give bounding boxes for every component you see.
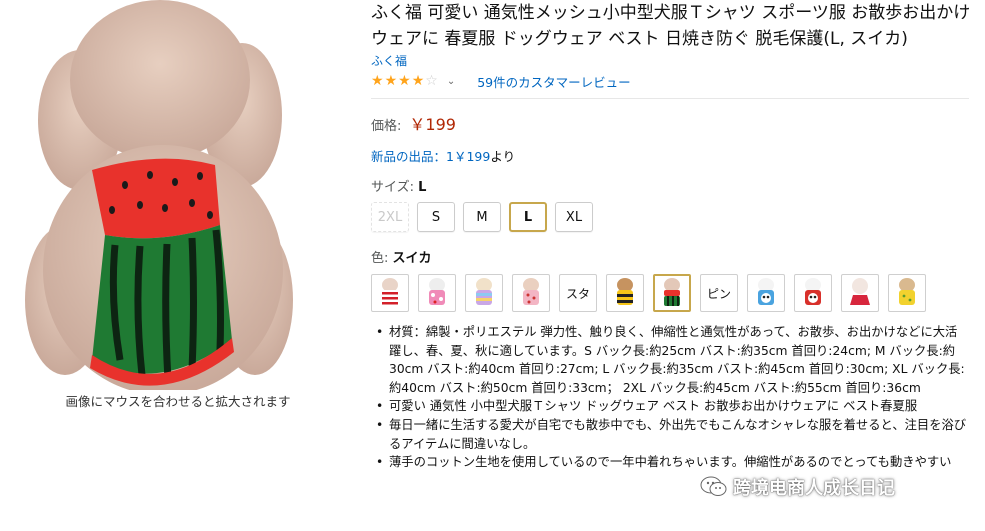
product-photo[interactable]: [20, 0, 310, 390]
new-offers-suffix: より: [490, 149, 516, 164]
star-half-icon: ☆: [425, 73, 438, 89]
color-swatch-red-stripe[interactable]: [371, 274, 409, 312]
pink-floral-dog-icon: [429, 278, 445, 305]
color-label: 色:: [371, 251, 389, 266]
color-swatch-red-skirt[interactable]: [841, 274, 879, 312]
feature-bullet: 材質：綿製・ポリエステル 弾力性、触り良く、伸縮性と通気性があって、お散歩、お出…: [371, 323, 969, 397]
new-offers-link[interactable]: 新品の出品：1￥199: [371, 149, 490, 164]
color-swatch-blue-panda[interactable]: [747, 274, 785, 312]
color-swatch-pink-dot[interactable]: [512, 274, 550, 312]
color-selected-value: スイカ: [392, 251, 432, 266]
feature-bullet: 毎日一緒に生活する愛犬が自宅でも散歩中でも、外出先でもこんなオシャレな服を着せる…: [371, 416, 969, 453]
color-swatch-text-1[interactable]: スタ: [559, 274, 597, 312]
color-swatch-bee[interactable]: [606, 274, 644, 312]
star-icon: ★: [411, 73, 425, 89]
color-swatch-red-panda[interactable]: [794, 274, 832, 312]
star-rating[interactable]: ★ ★ ★ ★ ☆: [371, 74, 438, 88]
color-swatch-yellow[interactable]: [888, 274, 926, 312]
size-label: サイズ:: [371, 180, 414, 195]
color-swatch-pink-floral[interactable]: [418, 274, 456, 312]
swatch-text-label: ピン: [706, 286, 731, 301]
zoom-hint-text: 画像にマウスを合わせると拡大されます: [65, 394, 291, 409]
color-swatch-rainbow[interactable]: [465, 274, 503, 312]
star-icon: ★: [371, 73, 384, 89]
red-skirt-dog-icon: [850, 278, 870, 305]
product-detail: ふく福 可愛い 通気性メッシュ小中型犬服Ｔシャツ スポーツ服 お散歩お出かけウェ…: [371, 0, 971, 472]
divider: [371, 98, 969, 99]
price-value: ￥199: [409, 115, 456, 134]
pink-dot-dog-icon: [523, 278, 539, 305]
yellow-lemon-dog-icon: [899, 278, 915, 305]
star-icon: ★: [384, 73, 398, 89]
color-swatch-selector: スタ ピン: [371, 274, 971, 312]
color-swatch-watermelon[interactable]: [653, 274, 691, 312]
star-icon: ★: [398, 73, 411, 89]
review-count-link[interactable]: 59件のカスタマーレビュー: [477, 72, 630, 91]
size-option-m[interactable]: M: [463, 202, 501, 232]
wechat-icon: [700, 476, 727, 496]
brand-link[interactable]: ふく福: [371, 53, 971, 69]
size-label-row: サイズ: L: [371, 176, 971, 195]
color-label-row: 色: スイカ: [371, 247, 971, 266]
watermark: 跨境电商人成长日记: [700, 474, 895, 500]
price-row: 価格: ￥199: [371, 111, 971, 135]
product-image-area[interactable]: 画像にマウスを合わせると拡大されます: [20, 0, 310, 409]
watermark-text: 跨境电商人成长日记: [733, 478, 895, 499]
size-option-l[interactable]: L: [509, 202, 547, 232]
size-selected-value: L: [418, 180, 427, 195]
red-striped-shirt-dog-icon: [382, 278, 398, 305]
watermelon-dog-icon: [664, 278, 680, 306]
feature-bullets: 材質：綿製・ポリエステル 弾力性、触り良く、伸縮性と通気性があって、お散歩、お出…: [371, 323, 969, 472]
feature-bullet: 薄手のコットン生地を使用しているので一年中着れちゃいます。伸縮性があるのでとって…: [371, 453, 969, 472]
rainbow-dog-icon: [476, 278, 492, 305]
bee-costume-dog-icon: [617, 278, 633, 305]
feature-bullet: 可愛い 通気性 小中型犬服Ｔシャツ ドッグウェア ベスト お散歩お出かけウェアに…: [371, 397, 969, 416]
chevron-down-icon[interactable]: ⌄: [447, 76, 455, 87]
new-offers-row: 新品の出品：1￥199より: [371, 146, 971, 165]
price-label: 価格:: [371, 119, 402, 134]
size-option-xl[interactable]: XL: [555, 202, 593, 232]
size-option-2xl[interactable]: 2XL: [371, 202, 409, 232]
product-title: ふく福 可愛い 通気性メッシュ小中型犬服Ｔシャツ スポーツ服 お散歩お出かけウェ…: [371, 3, 971, 49]
size-option-s[interactable]: S: [417, 202, 455, 232]
rating-row: ★ ★ ★ ★ ☆ ⌄ 59件のカスタマーレビュー: [371, 71, 971, 91]
swatch-text-label: スタ: [565, 286, 590, 301]
blue-panda-dog-icon: [758, 278, 774, 305]
red-panda-dog-icon: [805, 278, 821, 305]
color-swatch-text-2[interactable]: ピン: [700, 274, 738, 312]
size-selector: 2XL S M L XL: [371, 202, 971, 232]
